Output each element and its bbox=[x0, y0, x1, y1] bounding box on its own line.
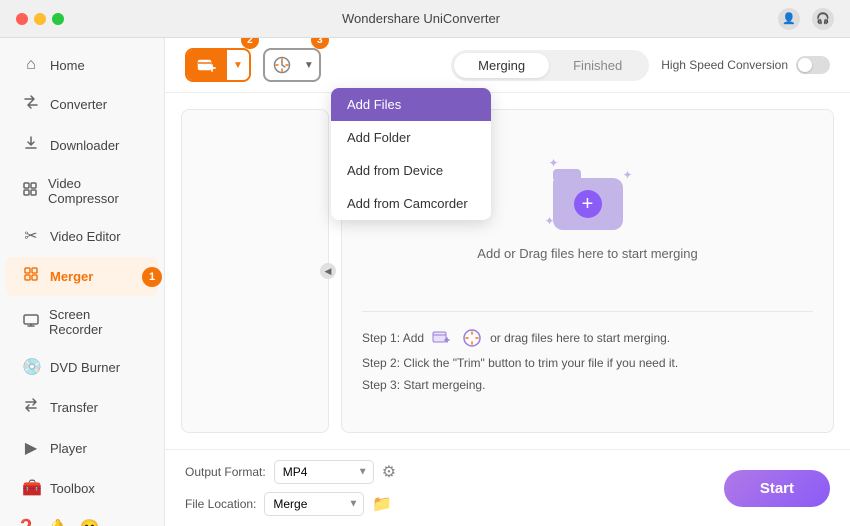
sidebar-item-label: DVD Burner bbox=[50, 360, 120, 375]
sidebar-item-video-editor[interactable]: ✂ Video Editor bbox=[6, 217, 158, 255]
device-icon bbox=[265, 50, 299, 80]
sidebar-item-label: Transfer bbox=[50, 400, 98, 415]
feedback-icon[interactable]: 😊 bbox=[80, 518, 100, 526]
sidebar-item-label: Player bbox=[50, 441, 87, 456]
tab-merging[interactable]: Merging bbox=[454, 53, 549, 78]
start-button[interactable]: Start bbox=[724, 470, 830, 507]
file-location-select-wrapper: Merge Desktop ▼ bbox=[264, 492, 364, 516]
main-layout: ⌂ Home Converter Downloader bbox=[0, 38, 850, 526]
content-area: ▼ 2 ▼ 3 bbox=[165, 38, 850, 526]
step-1: Step 1: Add bbox=[362, 328, 813, 348]
toolbar: ▼ 2 ▼ 3 bbox=[165, 38, 850, 93]
maximize-dot[interactable] bbox=[52, 13, 64, 25]
sidebar-item-screen-recorder[interactable]: Screen Recorder bbox=[6, 298, 158, 346]
folder-icon: ✦ ✦ ✦ + bbox=[543, 160, 633, 230]
dropdown-add-camcorder[interactable]: Add from Camcorder bbox=[331, 187, 491, 220]
titlebar-actions: 👤 🎧 bbox=[778, 8, 834, 30]
add-files-icon bbox=[187, 50, 227, 80]
file-location-folder-icon[interactable]: 📁 bbox=[372, 494, 392, 514]
dropdown-menu: Add Files Add Folder Add from Device Add… bbox=[331, 88, 491, 220]
bottom-bar: Output Format: MP4 MOV AVI ▼ ⚙ File Loca… bbox=[165, 449, 850, 526]
step-2: Step 2: Click the "Trim" button to trim … bbox=[362, 356, 813, 370]
tab-finished[interactable]: Finished bbox=[549, 53, 646, 78]
sidebar-item-label: Video Editor bbox=[50, 229, 121, 244]
sidebar-item-merger[interactable]: Merger 1 bbox=[6, 257, 158, 296]
sidebar-item-label: Converter bbox=[50, 97, 107, 112]
account-icon[interactable]: 👤 bbox=[778, 8, 800, 30]
toggle-knob bbox=[798, 58, 812, 72]
sidebar-item-label: Screen Recorder bbox=[49, 307, 142, 337]
sidebar-item-player[interactable]: ▶ Player bbox=[6, 429, 158, 467]
compressor-icon bbox=[22, 181, 38, 202]
converter-icon bbox=[22, 94, 40, 115]
sidebar-item-video-compressor[interactable]: Video Compressor bbox=[6, 167, 158, 215]
help-icon[interactable]: ❓ bbox=[16, 518, 36, 526]
sidebar-item-label: Toolbox bbox=[50, 481, 95, 496]
output-format-label: Output Format: bbox=[185, 465, 266, 479]
sidebar-footer: ❓ 🔔 😊 bbox=[0, 508, 164, 526]
window-controls[interactable] bbox=[16, 13, 64, 25]
dropdown-add-files[interactable]: Add Files bbox=[331, 88, 491, 121]
workspace: ◀ ✦ ✦ ✦ bbox=[165, 93, 850, 449]
dvd-burner-icon: 💿 bbox=[22, 357, 40, 377]
file-list-panel: ◀ bbox=[181, 109, 329, 433]
add-device-button[interactable]: ▼ bbox=[263, 48, 321, 82]
output-settings-icon[interactable]: ⚙ bbox=[382, 462, 396, 482]
player-icon: ▶ bbox=[22, 438, 40, 458]
tab-group: Merging Finished bbox=[451, 50, 649, 81]
toolbox-icon: 🧰 bbox=[22, 478, 40, 498]
step1-icon1 bbox=[432, 328, 452, 348]
editor-icon: ✂ bbox=[22, 226, 40, 246]
merger-badge: 1 bbox=[142, 267, 162, 287]
minimize-dot[interactable] bbox=[34, 13, 46, 25]
sidebar-item-transfer[interactable]: Transfer bbox=[6, 388, 158, 427]
file-location-row: File Location: Merge Desktop ▼ 📁 bbox=[185, 492, 396, 516]
dropdown-add-folder[interactable]: Add Folder bbox=[331, 121, 491, 154]
step-3: Step 3: Start mergeing. bbox=[362, 378, 813, 392]
output-format-row: Output Format: MP4 MOV AVI ▼ ⚙ bbox=[185, 460, 396, 484]
sidebar: ⌂ Home Converter Downloader bbox=[0, 38, 165, 526]
sidebar-item-label: Video Compressor bbox=[48, 176, 142, 206]
home-icon: ⌂ bbox=[22, 56, 40, 74]
app-title: Wondershare UniConverter bbox=[342, 11, 500, 26]
speed-label: High Speed Conversion bbox=[661, 58, 788, 72]
sidebar-item-label: Merger bbox=[50, 269, 93, 284]
sidebar-item-home[interactable]: ⌂ Home bbox=[6, 47, 158, 83]
merger-icon bbox=[22, 266, 40, 287]
sidebar-item-converter[interactable]: Converter bbox=[6, 85, 158, 124]
device-dropdown-arrow[interactable]: ▼ bbox=[299, 54, 319, 77]
collapse-panel-button[interactable]: ◀ bbox=[320, 263, 336, 279]
steps-section: Step 1: Add bbox=[362, 311, 813, 400]
transfer-icon bbox=[22, 397, 40, 418]
speed-toggle-group: High Speed Conversion bbox=[661, 56, 830, 74]
sidebar-item-toolbox[interactable]: 🧰 Toolbox bbox=[6, 469, 158, 507]
sidebar-item-downloader[interactable]: Downloader bbox=[6, 126, 158, 165]
file-location-label: File Location: bbox=[185, 497, 256, 511]
sidebar-item-label: Downloader bbox=[50, 138, 119, 153]
file-location-select[interactable]: Merge Desktop bbox=[264, 492, 364, 516]
downloader-icon bbox=[22, 135, 40, 156]
screen-recorder-icon bbox=[22, 312, 39, 333]
close-dot[interactable] bbox=[16, 13, 28, 25]
headset-icon[interactable]: 🎧 bbox=[812, 8, 834, 30]
sidebar-item-label: Home bbox=[50, 58, 85, 73]
titlebar: Wondershare UniConverter 👤 🎧 bbox=[0, 0, 850, 38]
add-files-dropdown-arrow[interactable]: ▼ bbox=[227, 54, 249, 77]
step1-icon2 bbox=[462, 328, 482, 348]
speed-toggle[interactable] bbox=[796, 56, 830, 74]
add-files-button[interactable]: ▼ bbox=[185, 48, 251, 82]
sidebar-item-dvd-burner[interactable]: 💿 DVD Burner bbox=[6, 348, 158, 386]
drop-zone-text: Add or Drag files here to start merging bbox=[477, 246, 697, 261]
dropdown-add-device[interactable]: Add from Device bbox=[331, 154, 491, 187]
output-format-select[interactable]: MP4 MOV AVI bbox=[274, 460, 374, 484]
output-format-select-wrapper: MP4 MOV AVI ▼ bbox=[274, 460, 374, 484]
notification-icon[interactable]: 🔔 bbox=[48, 518, 68, 526]
